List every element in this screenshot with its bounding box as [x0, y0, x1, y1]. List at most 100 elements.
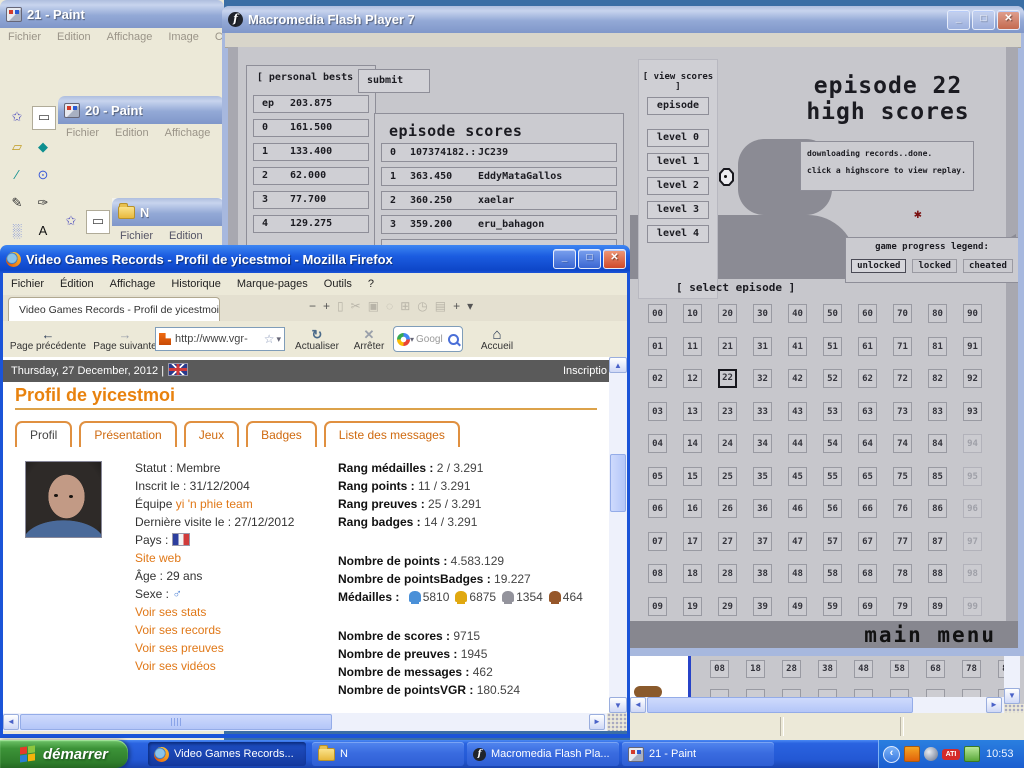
stop-button[interactable]: ✕ Arrêter [345, 322, 393, 357]
episode-cell-21[interactable]: 21 [718, 337, 737, 356]
episode-cell-87[interactable]: 87 [928, 532, 947, 551]
episode-cell-98[interactable]: 98 [963, 564, 982, 583]
minimize-button[interactable]: _ [947, 10, 970, 30]
episode-cell-53[interactable]: 53 [823, 402, 842, 421]
episode-cell-93[interactable]: 93 [963, 402, 982, 421]
firefox-titlebar[interactable]: Video Games Records - Profil de yicestmo… [0, 245, 630, 273]
episode-cell-96[interactable]: 96 [963, 499, 982, 518]
new-window-icon[interactable]: ⊞ [400, 299, 410, 313]
profile-link-yi-n-phie-team[interactable]: yi 'n phie team [176, 497, 253, 511]
episode-cell-58[interactable]: 58 [823, 564, 842, 583]
episode-cell-65[interactable]: 65 [858, 467, 877, 486]
episode-cell-67[interactable]: 67 [858, 532, 877, 551]
episode-cell-80[interactable]: 80 [928, 304, 947, 323]
scroll-left-button[interactable]: ◄ [630, 697, 646, 713]
episode-cell-61[interactable]: 61 [858, 337, 877, 356]
menu-item-outils[interactable]: Outils [324, 278, 352, 290]
episode-cell-66[interactable]: 66 [858, 499, 877, 518]
background-vscroll-track[interactable] [1004, 656, 1020, 688]
episode-cell-07[interactable]: 07 [648, 532, 667, 551]
search-box[interactable]: ▾ Googl [393, 326, 463, 352]
episode-cell-44[interactable]: 44 [788, 434, 807, 453]
text-tool[interactable]: A [32, 220, 54, 242]
episode-cell-94[interactable]: 94 [963, 434, 982, 453]
episode-cell-51[interactable]: 51 [823, 337, 842, 356]
forward-button[interactable]: → Page suivante [91, 322, 159, 357]
expand-icon[interactable]: + [323, 299, 330, 313]
menu-item-marque-pages[interactable]: Marque-pages [237, 278, 308, 290]
menu-item-edition[interactable]: Edition [115, 127, 149, 139]
episode-cell-38[interactable]: 38 [753, 564, 772, 583]
profile-link-voir-ses-stats[interactable]: Voir ses stats [135, 605, 206, 619]
episode-cell-79[interactable]: 79 [893, 597, 912, 616]
profile-tab-badges[interactable]: Badges [246, 421, 317, 447]
episode-cell-60[interactable]: 60 [858, 304, 877, 323]
fill-tool[interactable]: ◆ [32, 136, 54, 158]
episode-cell-64[interactable]: 64 [858, 434, 877, 453]
menu-item-affichage[interactable]: Affichage [165, 127, 211, 139]
inscription-link[interactable]: Inscriptio [563, 360, 607, 382]
view-scores-button-level-4[interactable]: level 4 [647, 225, 709, 243]
episode-cell-24[interactable]: 24 [718, 434, 737, 453]
menu-item-edition[interactable]: Edition [169, 230, 203, 242]
pencil-tool[interactable]: ✎ [6, 192, 28, 214]
brush-tool[interactable]: ✑ [32, 192, 54, 214]
episode-cell-41[interactable]: 41 [788, 337, 807, 356]
profile-link-voir-ses-preuves[interactable]: Voir ses preuves [135, 641, 224, 655]
close-button[interactable]: ✕ [997, 10, 1020, 30]
menu-item-fichier[interactable]: Fichier [66, 127, 99, 139]
episode-cell-01[interactable]: 01 [648, 337, 667, 356]
overflow-icon[interactable]: ▾ [467, 299, 473, 313]
url-bar[interactable]: http://www.vgr- ☆ ▾ [155, 327, 285, 351]
view-scores-button-level-1[interactable]: level 1 [647, 153, 709, 171]
paint-20-titlebar[interactable]: 20 - Paint [58, 96, 224, 124]
episode-cell-25[interactable]: 25 [718, 467, 737, 486]
free-select-tool[interactable]: ✩ [6, 106, 28, 128]
folder-n-titlebar[interactable]: N [112, 198, 224, 226]
episode-cell-17[interactable]: 17 [683, 532, 702, 551]
episode-cell-42[interactable]: 42 [788, 369, 807, 388]
episode-cell-08[interactable]: 08 [648, 564, 667, 583]
episode-cell-77[interactable]: 77 [893, 532, 912, 551]
profile-tab-profil[interactable]: Profil [15, 421, 72, 447]
eyedropper-tool[interactable]: ∕ [6, 164, 28, 186]
clipboard-icon[interactable]: ▯ [337, 299, 344, 313]
vscroll-thumb[interactable] [610, 454, 626, 512]
highscore-row[interactable]: 1363.450EddyMataGallos [381, 167, 617, 186]
episode-cell-91[interactable]: 91 [963, 337, 982, 356]
menu-item-edition[interactable]: Edition [57, 31, 91, 43]
episode-cell-00[interactable]: 00 [648, 304, 667, 323]
episode-cell-48[interactable]: 48 [788, 564, 807, 583]
tray-collapse-icon[interactable]: ‹ [883, 746, 900, 763]
episode-cell-99[interactable]: 99 [963, 597, 982, 616]
episode-cell-81[interactable]: 81 [928, 337, 947, 356]
hscroll-thumb[interactable] [647, 697, 913, 713]
refresh-button[interactable]: ↻ Actualiser [289, 322, 345, 357]
episode-cell-39[interactable]: 39 [753, 597, 772, 616]
resize-corner[interactable] [1004, 704, 1024, 713]
episode-cell-45[interactable]: 45 [788, 467, 807, 486]
episode-cell-34[interactable]: 34 [753, 434, 772, 453]
episode-cell-37[interactable]: 37 [753, 532, 772, 551]
episode-cell-50[interactable]: 50 [823, 304, 842, 323]
task-button-n[interactable]: N [312, 742, 464, 766]
scroll-down-button[interactable]: ▼ [1004, 688, 1020, 704]
episode-cell-26[interactable]: 26 [718, 499, 737, 518]
task-button-21-paint[interactable]: 21 - Paint [622, 742, 774, 766]
episode-cell-30[interactable]: 30 [753, 304, 772, 323]
magnifier-tool[interactable]: ⊙ [32, 164, 54, 186]
episode-cell-10[interactable]: 10 [683, 304, 702, 323]
episode-cell-33[interactable]: 33 [753, 402, 772, 421]
search-magnifier-icon[interactable] [448, 334, 459, 345]
episode-cell-75[interactable]: 75 [893, 467, 912, 486]
tray-pointer-icon[interactable] [924, 747, 938, 761]
scroll-up-button[interactable]: ▲ [609, 357, 627, 373]
profile-tab-liste-des-messages[interactable]: Liste des messages [324, 421, 460, 447]
episode-cell-09[interactable]: 09 [648, 597, 667, 616]
episode-cell-22[interactable]: 22 [718, 369, 737, 388]
episode-cell-12[interactable]: 12 [683, 369, 702, 388]
episode-cell-27[interactable]: 27 [718, 532, 737, 551]
episode-cell-46[interactable]: 46 [788, 499, 807, 518]
episode-cell-85[interactable]: 85 [928, 467, 947, 486]
episode-cell-15[interactable]: 15 [683, 467, 702, 486]
